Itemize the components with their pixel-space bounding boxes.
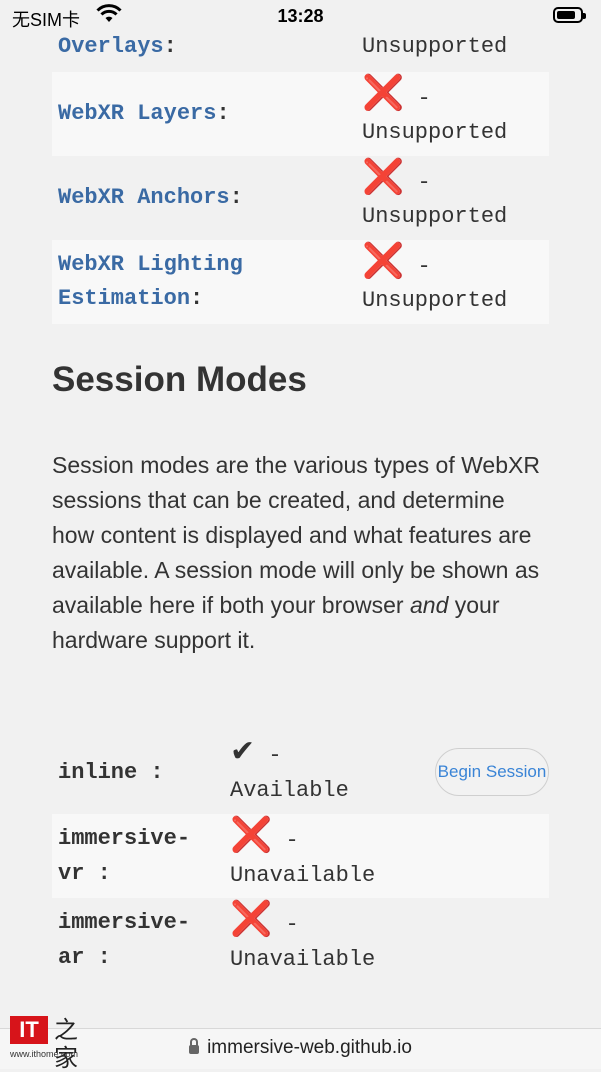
mode-name: immersive-	[58, 910, 191, 935]
ithome-logo-char: 之家	[54, 1016, 78, 1072]
feature-row-anchors: WebXR Anchors: ❌ - Unsupported	[52, 156, 549, 240]
feature-status: Unsupported	[362, 204, 508, 229]
x-mark-icon: ❌	[230, 898, 273, 939]
x-mark-icon: ❌	[362, 73, 405, 113]
feature-link-overlays[interactable]: Overlays	[58, 34, 164, 59]
mode-row-inline: inline : ✔ - Available Begin Session	[52, 730, 549, 814]
browser-address-bar[interactable]: immersive-web.github.io	[0, 1028, 601, 1069]
mode-status: Unavailable	[230, 862, 376, 888]
mode-name: immersive-	[58, 826, 191, 851]
section-description: Session modes are the various types of W…	[52, 452, 540, 653]
x-mark-icon: ❌	[230, 814, 273, 855]
feature-row-lighting: WebXR Lighting Estimation: ❌ - Unsupport…	[52, 240, 549, 324]
section-title: Session Modes	[52, 360, 307, 399]
mode-row-immersive-ar: immersive- ar : ❌ - Unavailable	[52, 898, 549, 982]
watermark-url: www.ithome.com	[10, 1049, 79, 1059]
feature-link-lighting[interactable]: WebXR Lighting	[58, 252, 243, 277]
feature-link-lighting-cont[interactable]: Estimation	[58, 286, 190, 311]
begin-session-button[interactable]: Begin Session	[435, 748, 549, 796]
feature-table: Overlays: Unsupported WebXR Layers: ❌ - …	[52, 26, 549, 324]
feature-link-anchors[interactable]: WebXR Anchors	[58, 185, 230, 210]
mode-status: Unavailable	[230, 946, 376, 972]
lock-icon	[189, 1038, 200, 1054]
check-icon: ✔	[230, 733, 256, 769]
mode-status: Available	[230, 777, 349, 803]
feature-status: Unsupported	[362, 288, 508, 313]
feature-link-layers[interactable]: WebXR Layers	[58, 101, 216, 126]
feature-status: Unsupported	[362, 120, 508, 145]
mode-row-immersive-vr: immersive- vr : ❌ - Unavailable	[52, 814, 549, 898]
clock: 13:28	[277, 6, 324, 26]
ithome-logo: IT	[10, 1016, 48, 1044]
feature-status: Unsupported	[362, 34, 508, 59]
url-label: immersive-web.github.io	[207, 1037, 412, 1058]
watermark-logo: IT 之家 www.ithome.com	[10, 1016, 90, 1072]
x-mark-icon: ❌	[362, 241, 405, 281]
session-modes-table: inline : ✔ - Available Begin Session imm…	[52, 730, 549, 982]
x-mark-icon: ❌	[362, 157, 405, 197]
feature-row-layers: WebXR Layers: ❌ - Unsupported	[52, 72, 549, 156]
feature-row-overlays: Overlays: Unsupported	[52, 26, 549, 68]
mode-name: inline :	[58, 759, 164, 785]
battery-icon	[553, 7, 586, 23]
